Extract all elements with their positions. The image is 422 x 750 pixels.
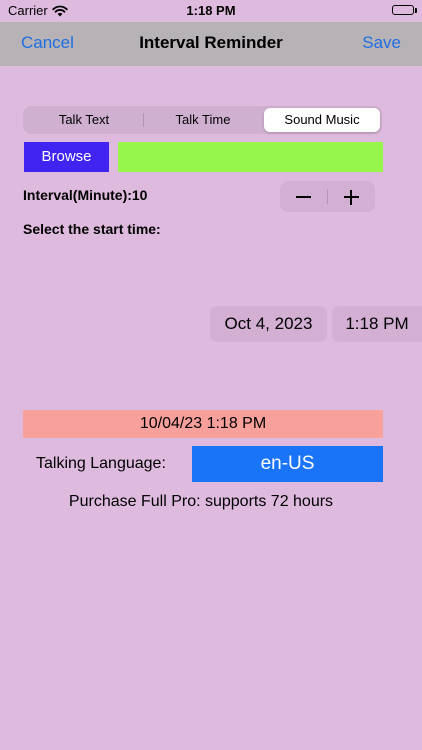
sound-file-field[interactable]: [118, 142, 383, 172]
talking-language-label: Talking Language:: [36, 455, 166, 472]
start-time-label: Select the start time:: [23, 221, 161, 237]
plus-icon[interactable]: [328, 181, 375, 212]
status-time: 1:18 PM: [186, 3, 236, 18]
purchase-info-text: Purchase Full Pro: supports 72 hours: [68, 493, 334, 510]
segment-sound-music[interactable]: Sound Music: [264, 108, 380, 132]
save-button[interactable]: Save: [362, 33, 401, 53]
date-picker[interactable]: Oct 4, 2023: [210, 306, 327, 342]
minus-icon[interactable]: [280, 181, 327, 212]
interval-stepper: [280, 181, 375, 212]
page-title: Interval Reminder: [139, 33, 283, 52]
mode-segmented-control: Talk Text Talk Time Sound Music: [23, 106, 382, 134]
language-button[interactable]: en-US: [192, 446, 383, 482]
browse-button[interactable]: Browse: [24, 142, 109, 172]
selected-datetime-display: 10/04/23 1:18 PM: [23, 410, 383, 438]
status-bar: Carrier 1:18 PM: [0, 0, 422, 22]
battery-icon: [392, 5, 417, 15]
segment-talk-time[interactable]: Talk Time: [143, 108, 263, 132]
segment-talk-text[interactable]: Talk Text: [25, 108, 143, 132]
navigation-bar: Cancel Interval Reminder Save: [0, 22, 422, 66]
interval-label: Interval(Minute):10: [23, 187, 148, 203]
time-picker[interactable]: 1:18 PM: [332, 306, 422, 342]
